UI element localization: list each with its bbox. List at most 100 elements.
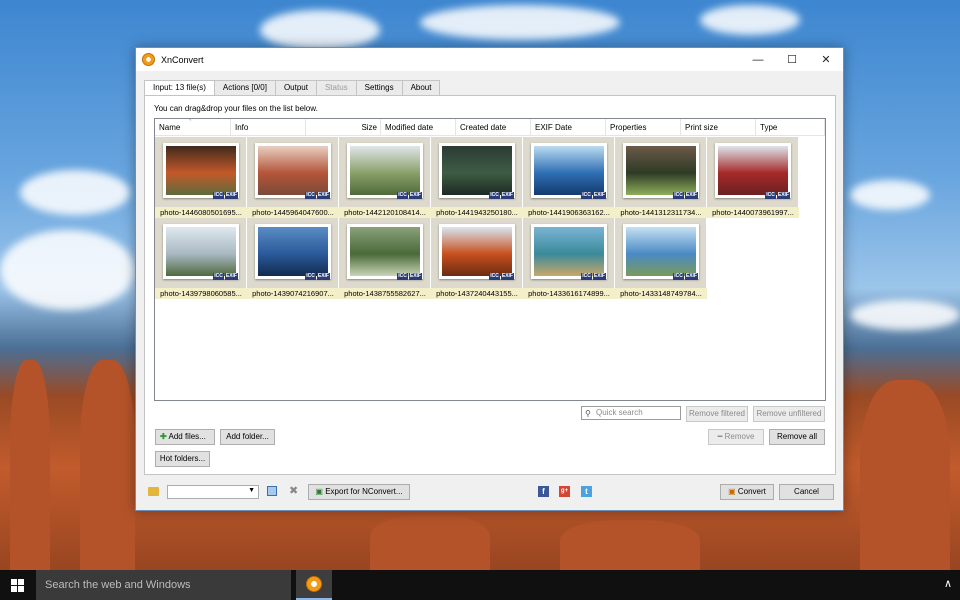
file-thumbnail[interactable]: ICC EXIF photo-1438755582627... <box>339 218 431 299</box>
file-thumbnail[interactable]: ICC EXIF photo-1442120108414... <box>339 137 431 218</box>
badge-exif: EXIF <box>500 192 514 199</box>
minimize-button[interactable]: — <box>741 48 775 71</box>
remove-button[interactable]: ━ Remove <box>708 429 764 445</box>
file-list[interactable]: Name ▽ Info Size Modified date Created d… <box>154 118 826 401</box>
remove-unfiltered-button[interactable]: Remove unfiltered <box>753 406 825 422</box>
twitter-icon[interactable]: t <box>581 486 592 497</box>
metadata-badges: ICC EXIF <box>305 273 330 280</box>
file-thumbnail[interactable]: ICC EXIF photo-1441312311734... <box>615 137 707 218</box>
xnconvert-taskbar-icon <box>306 576 322 592</box>
thumbnail-filename: photo-1433616174899... <box>523 288 615 299</box>
chevron-down-icon: ▼ <box>248 487 255 494</box>
file-thumbnail[interactable]: ICC EXIF photo-1433616174899... <box>523 218 615 299</box>
badge-icc: ICC <box>213 192 224 199</box>
thumbnail-image <box>534 227 604 276</box>
quick-search-input[interactable]: ⚲ Quick search <box>581 406 681 420</box>
maximize-button[interactable]: ☐ <box>775 48 809 71</box>
column-header-modified-date[interactable]: Modified date <box>381 119 456 136</box>
file-thumbnail[interactable]: ICC EXIF photo-1433148749784... <box>615 218 707 299</box>
file-thumbnail[interactable]: ICC EXIF photo-1437240443155... <box>431 218 523 299</box>
file-thumbnail[interactable]: ICC EXIF photo-1441906363162... <box>523 137 615 218</box>
thumbnail-image <box>626 227 696 276</box>
column-header-info[interactable]: Info <box>231 119 306 136</box>
taskbar-search-box[interactable]: Search the web and Windows <box>36 570 291 600</box>
export-icon: ▣ <box>315 487 326 496</box>
metadata-badges: ICC EXIF <box>397 192 422 199</box>
thumbnail-filename: photo-1439074216907... <box>247 288 339 299</box>
column-header-name[interactable]: Name <box>155 119 231 136</box>
badge-icc: ICC <box>397 192 408 199</box>
thumbnail-image <box>258 146 328 195</box>
column-header-type[interactable]: Type <box>756 119 825 136</box>
column-headers: Name ▽ Info Size Modified date Created d… <box>155 119 825 136</box>
minus-icon: ━ <box>717 432 725 441</box>
thumbnail-frame <box>623 143 699 198</box>
column-header-created-date[interactable]: Created date <box>456 119 531 136</box>
thumbnail-frame <box>439 224 515 279</box>
badge-icc: ICC <box>581 192 592 199</box>
column-header-properties[interactable]: Properties <box>606 119 681 136</box>
thumbnail-filename: photo-1446080501695... <box>155 207 247 218</box>
sort-arrow-icon: ▽ <box>188 118 193 122</box>
thumbnail-filename: photo-1440073961997... <box>707 207 799 218</box>
remove-filtered-button[interactable]: Remove filtered <box>686 406 748 422</box>
thumbnail-filename: photo-1433148749784... <box>615 288 707 299</box>
thumbnail-frame <box>531 143 607 198</box>
badge-icc: ICC <box>673 273 684 280</box>
file-thumbnail[interactable]: ICC EXIF photo-1445964047600... <box>247 137 339 218</box>
taskbar-xnconvert-button[interactable] <box>296 570 332 600</box>
googleplus-icon[interactable]: g+ <box>559 486 570 497</box>
file-thumbnail[interactable]: ICC EXIF photo-1446080501695... <box>155 137 247 218</box>
settings-profile-select[interactable]: ▼ <box>167 485 259 499</box>
tab-settings[interactable]: Settings <box>355 80 403 95</box>
badge-icc: ICC <box>397 273 408 280</box>
thumbnail-frame <box>623 224 699 279</box>
tray-chevron-icon[interactable]: ∧ <box>944 577 952 590</box>
badge-exif: EXIF <box>500 273 514 280</box>
metadata-badges: ICC EXIF <box>213 273 238 280</box>
window-title: XnConvert <box>161 54 204 65</box>
bottom-bar: ▼ ✖ ▣ Export for NConvert... f g+ t ▣ Co… <box>136 478 843 506</box>
remove-all-button[interactable]: Remove all <box>769 429 825 445</box>
export-nconvert-button[interactable]: ▣ Export for NConvert... <box>308 484 410 500</box>
thumbnail-filename: photo-1442120108414... <box>339 207 431 218</box>
thumbnail-filename: photo-1445964047600... <box>247 207 339 218</box>
badge-icc: ICC <box>305 192 316 199</box>
add-folder-button[interactable]: Add folder... <box>220 429 275 445</box>
thumbnail-frame <box>715 143 791 198</box>
metadata-badges: ICC EXIF <box>213 192 238 199</box>
file-thumbnail[interactable]: ICC EXIF photo-1439798060585... <box>155 218 247 299</box>
column-header-print-size[interactable]: Print size <box>681 119 756 136</box>
thumbnail-filename: photo-1439798060585... <box>155 288 247 299</box>
badge-icc: ICC <box>489 192 500 199</box>
delete-icon[interactable]: ✖ <box>289 484 298 497</box>
thumbnail-image <box>442 227 512 276</box>
column-header-size[interactable]: Size <box>306 119 381 136</box>
add-files-button[interactable]: ✚ Add files... <box>155 429 215 445</box>
close-button[interactable]: ✕ <box>809 48 843 71</box>
tab-actions[interactable]: Actions [0/0] <box>213 80 276 95</box>
file-thumbnail[interactable]: ICC EXIF photo-1440073961997... <box>707 137 799 218</box>
hot-folders-button[interactable]: Hot folders... <box>155 451 210 467</box>
open-folder-icon[interactable] <box>148 487 159 496</box>
cancel-button[interactable]: Cancel <box>779 484 834 500</box>
tab-about[interactable]: About <box>401 80 441 95</box>
convert-button[interactable]: ▣ Convert <box>720 484 774 500</box>
column-header-exif-date[interactable]: EXIF Date <box>531 119 606 136</box>
badge-icc: ICC <box>673 192 684 199</box>
thumbnail-frame <box>347 224 423 279</box>
tab-output[interactable]: Output <box>274 80 317 95</box>
save-icon[interactable] <box>267 486 277 496</box>
thumbnail-image <box>350 146 420 195</box>
thumbnail-image <box>534 146 604 195</box>
tab-input[interactable]: Input: 13 file(s) <box>144 80 215 96</box>
metadata-badges: ICC EXIF <box>673 273 698 280</box>
thumbnail-image <box>166 146 236 195</box>
thumbnail-frame <box>255 143 331 198</box>
facebook-icon[interactable]: f <box>538 486 549 497</box>
file-thumbnail[interactable]: ICC EXIF photo-1439074216907... <box>247 218 339 299</box>
windows-start-icon[interactable] <box>11 579 24 592</box>
file-thumbnail[interactable]: ICC EXIF photo-1441943250180... <box>431 137 523 218</box>
tab-status[interactable]: Status <box>315 80 357 95</box>
metadata-badges: ICC EXIF <box>581 273 606 280</box>
